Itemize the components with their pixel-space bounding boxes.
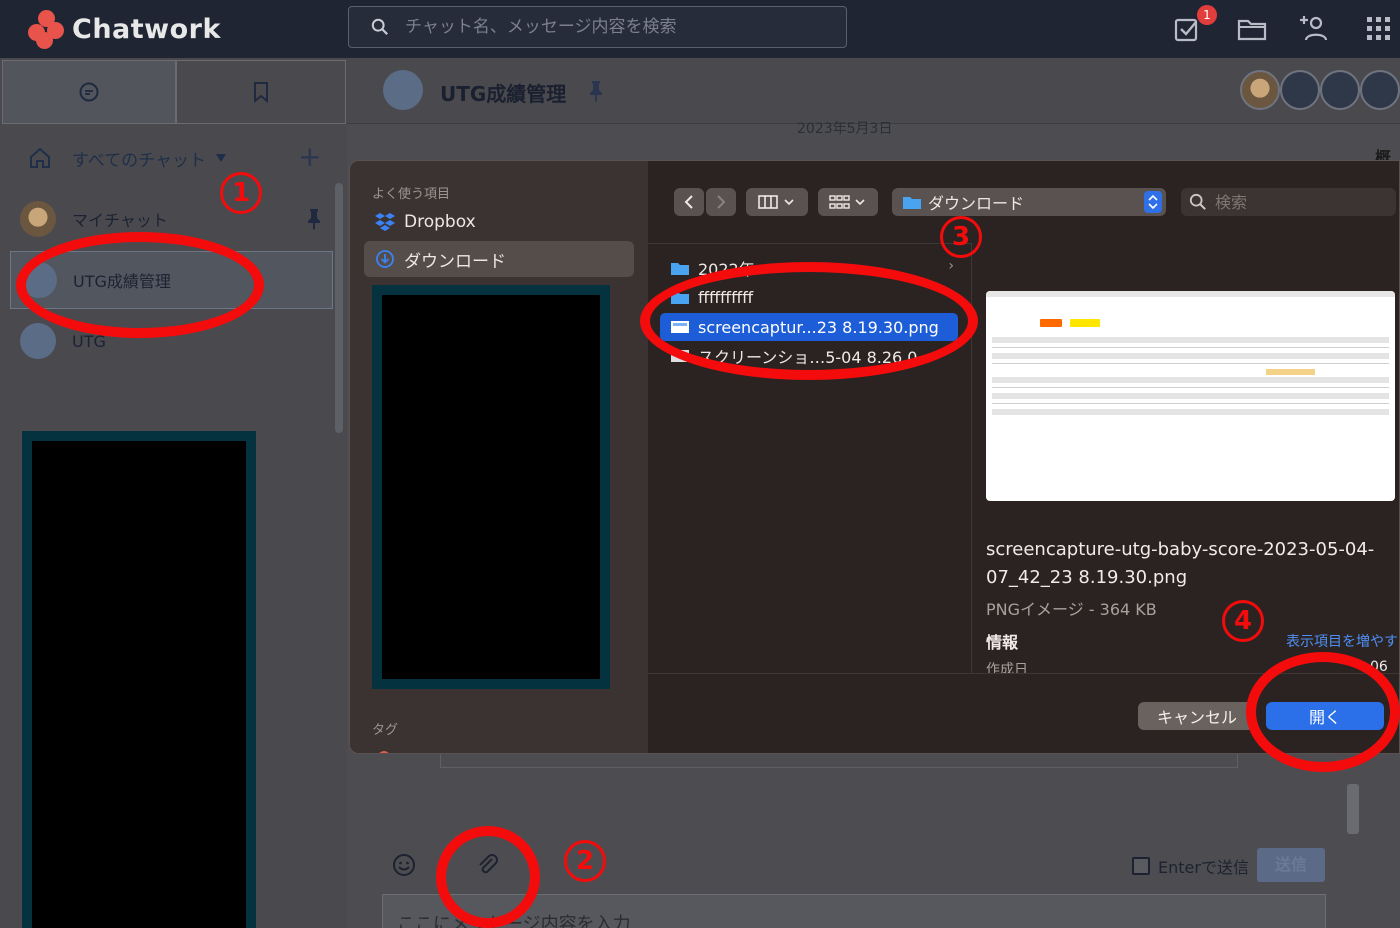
add-contact-icon[interactable] [1298,12,1330,44]
step-number-1: 1 [220,172,262,214]
tags-header: タグ [372,723,399,738]
location-label: ダウンロード [928,194,1025,213]
avatar [20,323,56,359]
preview-info-header: 情報 [986,633,1019,652]
back-button[interactable] [674,188,704,216]
add-room-icon[interactable]: + [298,143,321,171]
dialog-search-input[interactable] [1215,192,1385,212]
tag-red-dot[interactable] [378,751,390,753]
date-separator: 2023年5月3日 [797,121,893,137]
location-popup[interactable]: ダウンロード [892,188,1166,216]
enter-to-send-label: Enterで送信 [1158,858,1249,877]
preview-filename: screencapture-utg-baby-score-2023-05-04-… [986,539,1375,588]
search-icon [1189,193,1206,210]
room-sidebar: すべてのチャット + マイチャット UTG成績管理 UTG [0,58,347,928]
chat-bubble-icon [79,82,99,102]
highlight-ring-file [640,262,978,380]
pin-icon[interactable] [589,80,603,102]
sidebar-scrollbar[interactable] [335,183,343,433]
redacted-room-list [22,431,256,928]
step-number-2: 2 [564,840,606,882]
chevron-down-icon [215,154,226,162]
room-title: UTG成績管理 [440,82,567,106]
folder-icon [903,197,921,209]
chat-scrollbar[interactable] [1347,784,1359,834]
chevron-left-icon [684,195,693,209]
dialog-sidebar: よく使う項目 Dropbox ダウンロード タグ [350,161,648,753]
redacted-locations [372,285,610,689]
checkbox[interactable] [1132,857,1150,875]
member-avatar[interactable] [1360,70,1400,110]
room-filter-dropdown[interactable]: すべてのチャット [28,146,328,171]
column-view-icon [758,195,794,209]
sidebar-item-dropbox[interactable]: Dropbox [364,204,634,240]
show-more-link[interactable]: 表示項目を増やす [1286,631,1398,651]
preview-kind-size: PNGイメージ - 364 KB [986,600,1157,619]
file-open-dialog: よく使う項目 Dropbox ダウンロード タグ ダウンロード 検索 2022年… [349,160,1400,754]
step-number-4: 4 [1222,600,1264,642]
logo-text: Chatwork [72,13,221,45]
column-view-button[interactable] [746,188,808,216]
pin-icon[interactable] [307,208,321,230]
top-bar: Chatwork 1 [0,0,1400,58]
member-avatar[interactable] [1240,70,1280,110]
chat-header: UTG成績管理 [347,58,1400,124]
room-name: マイチャット [72,211,168,230]
forward-button[interactable] [706,188,736,216]
chatwork-logo[interactable]: Chatwork [28,10,221,49]
tab-bookmarks[interactable] [176,60,346,124]
sidebar-item-downloads[interactable]: ダウンロード [364,241,634,277]
dropbox-icon [375,213,395,231]
chevron-right-icon: › [948,258,954,274]
global-search-box[interactable] [348,6,847,48]
sidebar-item-label: Dropbox [404,212,476,232]
download-icon [376,250,394,268]
chevron-right-icon [717,195,726,209]
highlight-ring-attach [436,826,540,928]
up-down-stepper-icon [1144,191,1162,213]
folder-icon [671,263,689,275]
bookmark-icon [254,82,268,103]
task-count-badge: 1 [1197,5,1217,25]
global-search-input[interactable] [405,17,805,37]
room-avatar [383,70,423,110]
member-avatar[interactable] [1280,70,1320,110]
sidebar-tabs [0,58,347,124]
search-icon [371,18,388,35]
file-folder-icon[interactable] [1236,12,1268,44]
send-button[interactable]: 送信 [1257,848,1325,882]
dialog-search-box[interactable] [1181,188,1396,216]
grid-view-icon [829,195,865,209]
member-avatar[interactable] [1320,70,1360,110]
home-icon [30,147,50,168]
sidebar-item-label: ダウンロード [404,251,506,272]
room-filter-label: すべてのチャット [72,150,206,171]
apps-grid-icon[interactable] [1362,12,1394,44]
emoji-icon[interactable] [391,852,417,878]
cancel-button[interactable]: キャンセル [1138,702,1256,730]
step-number-3: 3 [940,216,982,258]
enter-to-send-toggle[interactable]: Enterで送信 [1132,854,1249,878]
file-preview-thumbnail [986,291,1395,501]
highlight-ring-open [1246,652,1400,772]
avatar [20,201,56,237]
highlight-ring-room [16,232,264,338]
group-view-button[interactable] [818,188,878,216]
tab-chats[interactable] [2,60,176,124]
chatwork-logo-icon [28,10,66,49]
favorites-header: よく使う項目 [372,187,451,202]
dialog-toolbar: ダウンロード [648,161,1399,243]
